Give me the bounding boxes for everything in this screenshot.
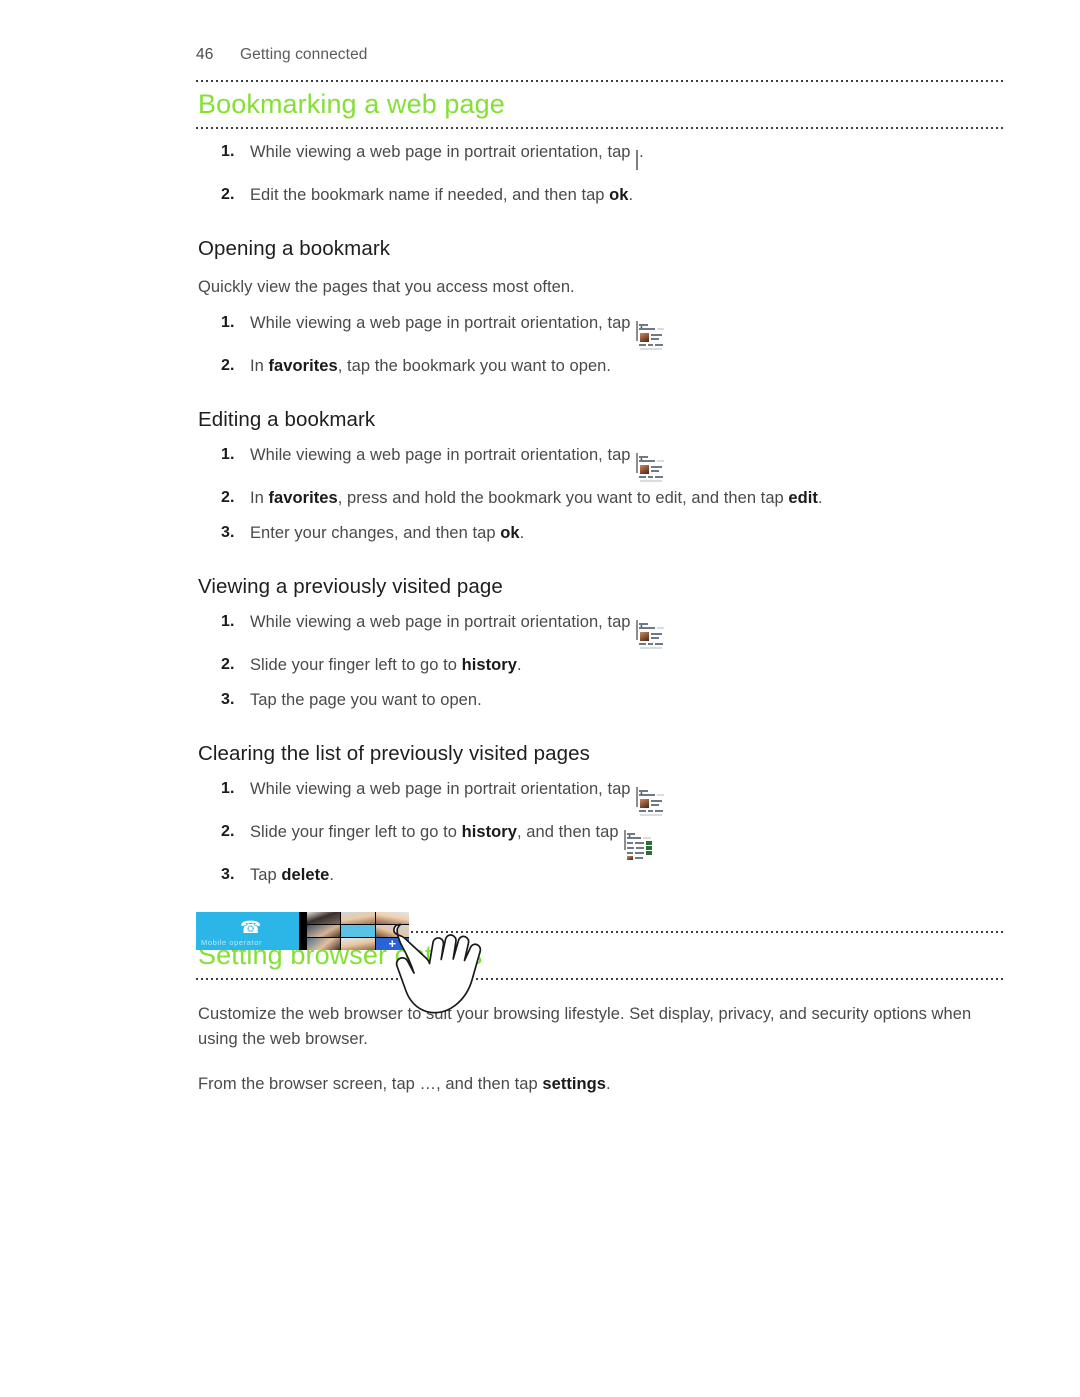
list-item: 1. While viewing a web page in portrait o… — [196, 443, 1006, 482]
step-number: 1. — [221, 143, 235, 160]
step-text: While viewing a web page in portrait ori… — [250, 613, 636, 631]
step-emphasis: ok — [500, 524, 520, 542]
favorites-thumbnail-icon — [636, 319, 665, 350]
favorites-thumbnail-icon — [636, 451, 665, 482]
paragraph-text: From the browser screen, tap — [198, 1075, 420, 1093]
step-number: 1. — [221, 613, 235, 630]
step-text: Tap — [250, 866, 282, 884]
step-number: 2. — [221, 656, 235, 673]
step-text: Enter your changes, and then tap — [250, 524, 501, 542]
step-text-tail: . — [517, 656, 522, 674]
step-number: 3. — [221, 524, 235, 541]
step-text: Slide your finger left to go to — [250, 823, 462, 841]
steps-editing-a-bookmark: 1. While viewing a web page in portrait o… — [196, 443, 1006, 545]
manual-page: 46 Getting connected Bookmarking a web pa… — [0, 0, 1080, 1397]
steps-bookmarking: 1. While viewing a web page in portrait o… — [196, 140, 1006, 207]
avatar — [341, 925, 375, 937]
page-number: 46 — [196, 46, 214, 63]
steps-opening-a-bookmark: 1. While viewing a web page in portrait o… — [196, 311, 1006, 378]
step-emphasis: favorites — [268, 357, 338, 375]
step-text-tail: . — [817, 489, 823, 507]
section-bookmarking: Bookmarking a web page 1. While viewing a… — [196, 80, 1006, 887]
step-number: 3. — [221, 866, 235, 883]
step-emphasis: history — [461, 823, 518, 841]
pointing-hand-icon — [393, 923, 482, 1014]
step-emphasis: favorites — [268, 489, 338, 507]
subsection-intro-opening: Quickly view the pages that you access m… — [198, 278, 575, 296]
section-heading-bookmarking: Bookmarking a web page — [198, 89, 505, 119]
avatar — [307, 912, 341, 924]
step-emphasis: delete — [281, 866, 330, 884]
step-number: 2. — [221, 823, 235, 840]
step-text-tail: , tap the bookmark you want to open. — [337, 357, 612, 375]
ellipsis-icon: … — [419, 1075, 437, 1093]
step-text: In — [250, 357, 269, 375]
subsection-heading-opening-a-bookmark: Opening a bookmark — [198, 237, 391, 260]
step-number: 1. — [221, 446, 235, 463]
avatar — [341, 938, 375, 950]
list-item: 3. Tap delete. — [196, 863, 1006, 887]
list-item: 2. Edit the bookmark name if needed, and … — [196, 183, 1006, 207]
tile-gap — [299, 912, 307, 950]
step-number: 2. — [221, 489, 235, 506]
favorites-thumbnail-icon — [636, 618, 665, 649]
step-text: Tap the page you want to open. — [250, 691, 482, 709]
step-text-mid: , press and hold the bookmark you want t… — [337, 489, 789, 507]
step-text: While viewing a web page in portrait ori… — [250, 314, 636, 332]
list-item: 2. In favorites, tap the bookmark you wan… — [196, 354, 1006, 378]
step-number: 3. — [221, 691, 235, 708]
tile-phone-caption: Mobile operator — [201, 938, 263, 947]
running-header: 46 Getting connected — [196, 46, 368, 64]
paragraph-open-settings: From the browser screen, tap …, and then… — [198, 1072, 1006, 1097]
favorites-thumbnail-icon — [636, 785, 665, 816]
phone-handset-icon: ☎ — [240, 918, 262, 937]
step-number: 2. — [221, 357, 235, 374]
paragraph-emphasis: settings — [542, 1075, 607, 1093]
start-screen-tiles-figure: ☎ Mobile operator — [196, 912, 516, 1032]
avatar — [341, 912, 375, 924]
list-item: 2. Slide your finger left to go to histor… — [196, 820, 1006, 860]
add-bookmark-star-icon — [636, 148, 662, 176]
steps-clearing-list: 1. While viewing a web page in portrait o… — [196, 777, 1006, 887]
paragraph-text-mid: , and then tap — [436, 1075, 543, 1093]
step-text: Slide your finger left to go to — [250, 656, 462, 674]
list-item: 2. In favorites, press and hold the bookm… — [196, 486, 1006, 510]
list-item: 3. Enter your changes, and then tap ok. — [196, 521, 1006, 545]
step-text: In — [250, 489, 269, 507]
list-item: 3. Tap the page you want to open. — [196, 688, 1006, 712]
history-list-thumbnail-icon — [624, 828, 653, 860]
subsection-heading-viewing-previously-visited-page: Viewing a previously visited page — [198, 575, 503, 598]
step-text-tail: . — [628, 186, 634, 204]
step-emphasis: ok — [609, 186, 629, 204]
step-text-mid: , and then tap — [517, 823, 624, 841]
step-text: While viewing a web page in portrait ori… — [250, 446, 636, 464]
step-text: While viewing a web page in portrait ori… — [250, 143, 636, 161]
step-text-tail: . — [329, 866, 335, 884]
list-item: 1. While viewing a web page in portrait o… — [196, 777, 1006, 816]
step-number: 1. — [221, 780, 235, 797]
list-item: 1. While viewing a web page in portrait o… — [196, 311, 1006, 350]
tile-strip: ☎ Mobile operator — [196, 912, 409, 950]
avatar — [307, 925, 341, 937]
avatar — [307, 938, 341, 950]
list-item: 1. While viewing a web page in portrait o… — [196, 140, 1006, 176]
list-item: 2. Slide your finger left to go to histor… — [196, 653, 1006, 677]
subsection-heading-editing-a-bookmark: Editing a bookmark — [198, 408, 376, 431]
tile-phone[interactable]: ☎ Mobile operator — [196, 912, 299, 950]
dotted-rule-bottom — [196, 127, 1006, 129]
subsection-heading-clearing-list: Clearing the list of previously visited … — [198, 742, 590, 765]
step-text: While viewing a web page in portrait ori… — [250, 780, 636, 798]
step-text-tail: . — [519, 524, 525, 542]
steps-viewing-previously-visited-page: 1. While viewing a web page in portrait o… — [196, 610, 1006, 712]
running-head-title: Getting connected — [240, 46, 368, 63]
step-number: 2. — [221, 186, 235, 203]
step-text: Edit the bookmark name if needed, and th… — [250, 186, 610, 204]
list-item: 1. While viewing a web page in portrait o… — [196, 610, 1006, 649]
paragraph-text-tail: . — [606, 1075, 611, 1093]
step-emphasis: history — [461, 656, 518, 674]
step-emphasis-2: edit — [788, 489, 818, 507]
step-number: 1. — [221, 314, 235, 331]
